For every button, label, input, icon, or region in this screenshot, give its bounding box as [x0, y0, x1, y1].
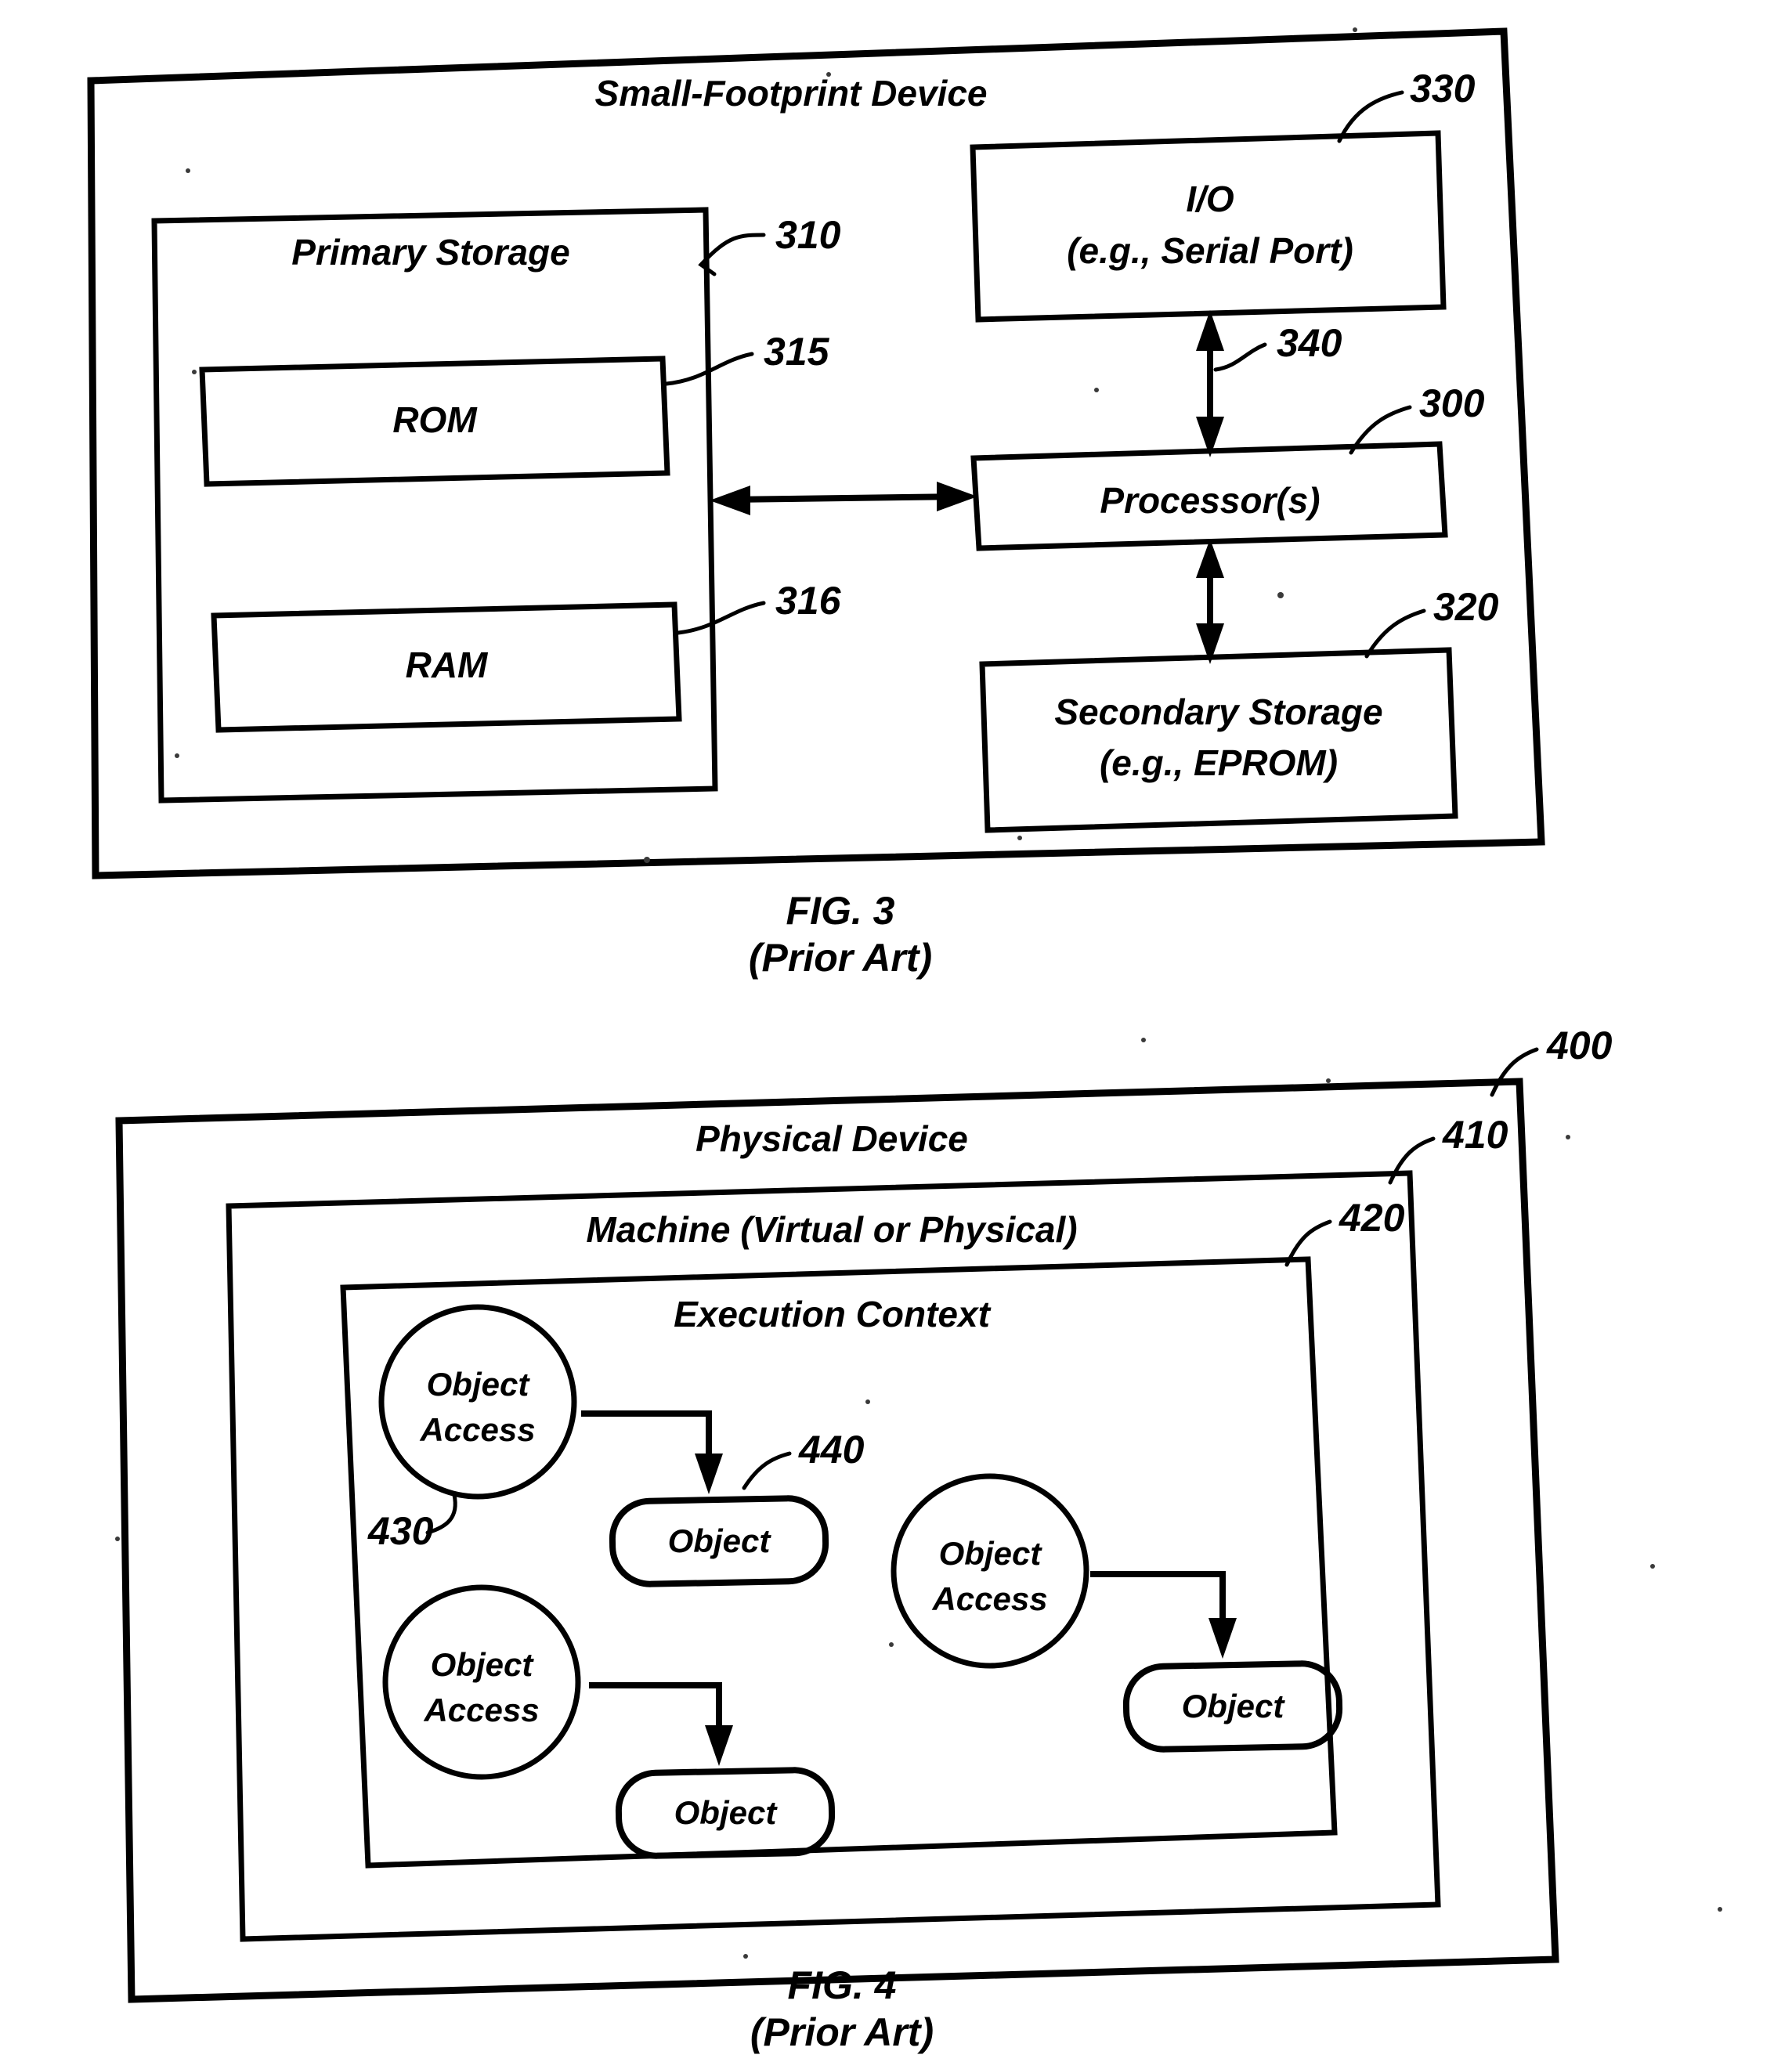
figure-3-caption-line1: FIG. 3	[786, 889, 895, 933]
primary-storage-box	[151, 207, 718, 803]
ref-300: 300	[1419, 381, 1485, 425]
scan-speck	[826, 72, 831, 77]
processor-secondary-arrowhead-up	[1196, 539, 1224, 578]
figure-3-caption-line2: (Prior Art)	[749, 936, 932, 980]
object-access-1-to-object-1-line	[581, 1410, 712, 1474]
object-access-3-to-object-3-arrowhead	[705, 1725, 733, 1766]
ref-320: 320	[1433, 585, 1499, 629]
secondary-storage-label-line1: Secondary Storage	[1054, 692, 1382, 732]
scan-speck	[1326, 1078, 1331, 1083]
leader-400	[1490, 1047, 1539, 1097]
figure-4-caption-line1: FIG. 4	[788, 1963, 897, 2007]
scan-speck	[1650, 1564, 1655, 1569]
leader-440	[742, 1451, 792, 1490]
scan-speck	[115, 1537, 120, 1541]
io-label-line2: (e.g., Serial Port)	[1067, 230, 1353, 271]
scan-speck	[865, 1399, 870, 1404]
object-access-3-label-line1: Object	[431, 1646, 535, 1683]
primary-processor-bus-line	[728, 493, 964, 503]
machine-label: Machine (Virtual or Physical)	[586, 1209, 1077, 1250]
ref-410: 410	[1442, 1113, 1508, 1157]
scan-speck	[1353, 27, 1357, 32]
leader-316	[676, 601, 766, 635]
ref-340: 340	[1277, 321, 1342, 365]
io-box	[970, 130, 1447, 323]
scan-speck	[192, 370, 197, 374]
ref-420: 420	[1339, 1196, 1405, 1240]
object-1-label: Object	[668, 1522, 772, 1559]
patent-drawing-sheet: Small-Footprint Device Primary Storage 3…	[0, 0, 1792, 2062]
ref-440: 440	[798, 1428, 865, 1472]
object-access-2-to-object-2-line	[1090, 1571, 1226, 1638]
object-access-3-label-line2: Access	[423, 1692, 539, 1728]
ref-310: 310	[775, 213, 841, 257]
object-access-2-label-line2: Access	[931, 1580, 1047, 1617]
scan-speck	[186, 168, 190, 173]
primary-processor-arrowhead-right	[937, 482, 977, 511]
object-access-3-to-object-3-line	[589, 1682, 722, 1745]
execution-context-label: Execution Context	[674, 1294, 992, 1334]
secondary-storage-box	[979, 647, 1458, 833]
secondary-storage-label-line2: (e.g., EPROM)	[1100, 742, 1338, 783]
object-access-2-label-line1: Object	[939, 1535, 1043, 1572]
object-access-1-label-line1: Object	[427, 1366, 531, 1403]
scan-speck	[175, 753, 179, 758]
scan-speck	[1566, 1135, 1570, 1139]
ref-330: 330	[1410, 67, 1476, 110]
ref-430: 430	[367, 1509, 434, 1553]
leader-310	[698, 233, 766, 276]
primary-processor-arrowhead-left	[710, 486, 750, 515]
scan-speck	[1094, 388, 1099, 392]
scan-speck	[1718, 1907, 1722, 1912]
scan-speck	[743, 1954, 748, 1959]
physical-device-label: Physical Device	[695, 1118, 968, 1159]
object-3-label: Object	[674, 1794, 779, 1831]
processor-label: Processor(s)	[1100, 480, 1320, 521]
scan-speck	[1277, 592, 1284, 598]
object-access-2-to-object-2-arrowhead	[1209, 1618, 1237, 1659]
rom-label: ROM	[392, 399, 478, 440]
ref-315: 315	[764, 330, 830, 374]
object-access-1-label-line2: Access	[419, 1411, 535, 1448]
figure-3: Small-Footprint Device Primary Storage 3…	[87, 27, 1722, 2054]
figure-4-caption-line2: (Prior Art)	[750, 2010, 934, 2054]
object-access-1-to-object-1-arrowhead	[695, 1454, 723, 1494]
scan-speck	[1141, 1038, 1146, 1042]
ref-400: 400	[1546, 1024, 1613, 1067]
scan-speck	[889, 1642, 894, 1647]
ref-316: 316	[775, 579, 842, 623]
primary-storage-label: Primary Storage	[291, 232, 569, 273]
small-footprint-device-title: Small-Footprint Device	[595, 73, 988, 114]
io-label-line1: I/O	[1186, 179, 1234, 219]
ram-label: RAM	[406, 645, 489, 685]
scan-speck	[1017, 836, 1022, 840]
object-2-label: Object	[1182, 1688, 1286, 1724]
scan-speck	[644, 857, 650, 863]
